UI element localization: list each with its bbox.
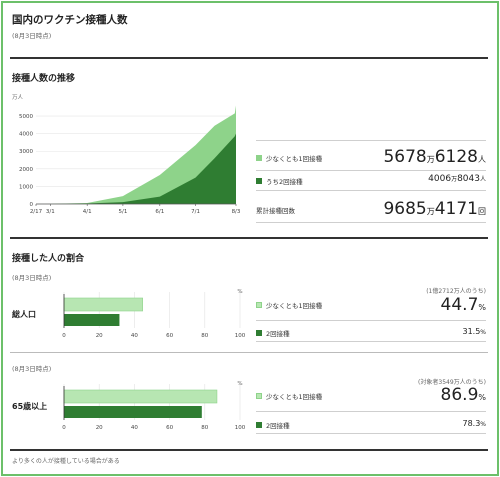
x-tick-label: 40 <box>131 333 138 339</box>
x-tick-label: 20 <box>96 333 103 339</box>
share-title: 接種した人の割合 <box>12 254 85 264</box>
trend-title: 接種人数の推移 <box>12 74 76 84</box>
first-percent: 44.7% <box>440 295 486 315</box>
group-date: (8月3日時点) <box>12 365 52 373</box>
second-percent: 78.3% <box>462 419 486 428</box>
x-tick-label: 0 <box>62 425 66 431</box>
x-tick-label: 3/1 <box>46 209 55 215</box>
x-tick-label: 8/3 <box>232 209 241 215</box>
header-date: (8月3日時点) <box>12 32 52 40</box>
bar-first-dose <box>63 297 143 312</box>
x-tick-label: 0 <box>62 333 66 339</box>
x-tick-label: 20 <box>96 425 103 431</box>
legend-label: うち2回接種 <box>266 178 303 186</box>
legend-label: 少なくとも1回接種 <box>266 393 323 401</box>
total-count: 9685万4171回 <box>383 199 486 219</box>
divider <box>256 222 486 223</box>
first-percent: 86.9% <box>440 385 486 405</box>
legend-first: 少なくとも1回接種 <box>256 391 322 401</box>
trend-chart: 5000 4000 3000 2000 1000 0 2/17 3/1 4/1 5/1 6/1 7/… <box>19 105 241 215</box>
at-least-one-count: 5678万6128人 <box>383 147 486 167</box>
divider <box>256 190 486 191</box>
divider <box>256 140 486 141</box>
legend-swatch <box>256 330 262 336</box>
x-tick-label: 80 <box>201 425 208 431</box>
legend-swatch <box>256 393 262 399</box>
section-divider <box>10 449 488 451</box>
page-title: 国内のワクチン接種人数 <box>12 14 128 26</box>
group-label: 総人口 <box>12 310 36 319</box>
legend-label: 2回接種 <box>266 422 290 430</box>
second-percent: 31.5% <box>462 327 486 336</box>
share-bar-chart: 0 20 40 60 80 100% <box>62 381 246 431</box>
section-divider <box>10 57 488 59</box>
y-tick-label: 5000 <box>19 114 33 120</box>
x-tick-label: 60 <box>166 425 173 431</box>
legend-swatch <box>256 422 262 428</box>
x-tick-label: 60 <box>166 333 173 339</box>
divider <box>256 411 486 412</box>
group-note: (1億2712万人のうち) <box>426 288 486 295</box>
legend-at-least-one: 少なくとも1回接種 <box>256 153 322 163</box>
legend-label: 少なくとも1回接種 <box>266 155 323 163</box>
x-tick-label: 2/17 <box>30 209 43 215</box>
divider <box>256 320 486 321</box>
section-divider <box>10 237 488 239</box>
axis-unit: % <box>237 381 242 387</box>
group-label: 65歳以上 <box>12 402 48 411</box>
x-tick-label: 6/1 <box>155 209 164 215</box>
total-label: 累計接種回数 <box>256 207 295 215</box>
divider <box>256 433 486 434</box>
y-tick-label: 0 <box>30 202 34 208</box>
share-bar-chart: 0 20 40 60 80 100% <box>62 289 246 339</box>
x-tick-label: 40 <box>131 425 138 431</box>
bar-second-dose <box>64 314 120 326</box>
second-count: 4006万8043人 <box>428 174 486 184</box>
y-tick-label: 4000 <box>19 132 33 138</box>
divider <box>256 341 486 342</box>
y-tick-label: 3000 <box>19 149 33 155</box>
legend-first: 少なくとも1回接種 <box>256 300 322 310</box>
legend-second: うち2回接種 <box>256 176 303 186</box>
legend-swatch <box>256 178 262 184</box>
legend-swatch <box>256 155 262 161</box>
y-tick-label: 1000 <box>19 184 33 190</box>
bar-second-dose <box>64 406 202 418</box>
footer-note: より多くの人が接種している場合がある <box>12 458 120 465</box>
legend-second: 2回接種 <box>256 420 290 430</box>
x-tick-label: 7/1 <box>191 209 200 215</box>
x-tick-label: 5/1 <box>118 209 127 215</box>
divider <box>256 170 486 171</box>
legend-swatch <box>256 302 262 308</box>
x-tick-label: 4/1 <box>83 209 92 215</box>
group-divider <box>10 352 488 353</box>
bar-first-dose <box>63 389 218 404</box>
legend-second: 2回接種 <box>256 328 290 338</box>
y-tick-label: 2000 <box>19 167 33 173</box>
legend-label: 2回接種 <box>266 330 290 338</box>
x-tick-label: 100 <box>235 333 246 339</box>
group-date: (8月3日時点) <box>12 274 52 282</box>
x-tick-label: 100 <box>235 425 246 431</box>
axis-unit: % <box>237 289 242 295</box>
legend-label: 少なくとも1回接種 <box>266 302 323 310</box>
x-tick-label: 80 <box>201 333 208 339</box>
